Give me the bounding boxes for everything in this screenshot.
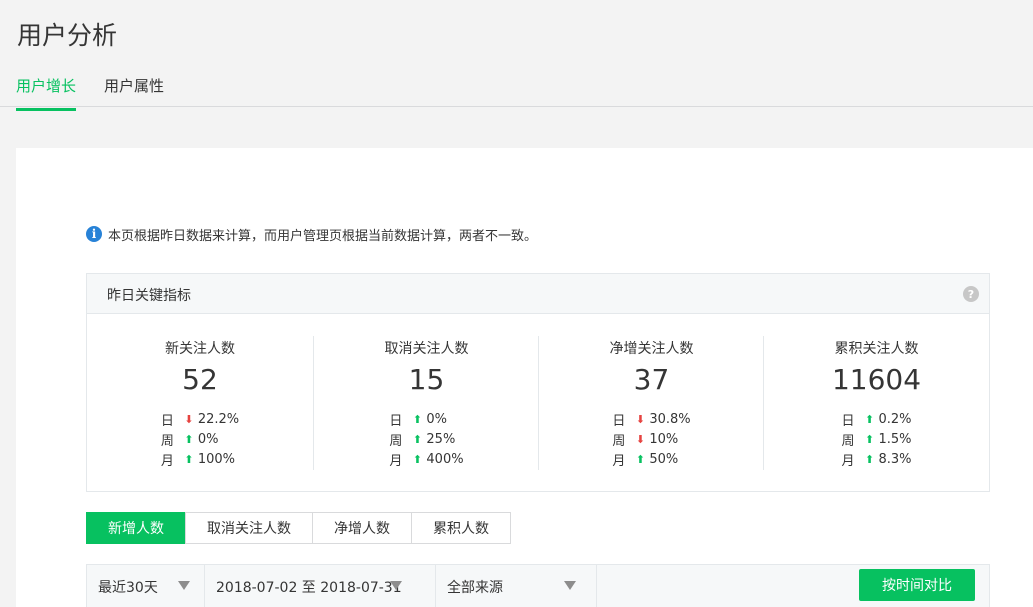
arrow-up-icon: ⬆ <box>184 452 194 466</box>
kpi-value: 15 <box>408 363 445 396</box>
trend-period: 周 <box>160 433 174 449</box>
trend-period: 日 <box>841 413 855 429</box>
trend-period: 月 <box>389 453 403 469</box>
arrow-up-icon: ⬆ <box>635 452 645 466</box>
trend-percent: 10% <box>649 431 679 447</box>
trend-percent: 0% <box>197 431 219 447</box>
segment-cumulative[interactable]: 累积人数 <box>411 512 511 544</box>
kpi-trends: 日 ⬇ 22.2% 周 ⬆ 0% 月 ⬆ 100% <box>161 409 239 469</box>
tab-bar: 用户增长 用户属性 <box>0 66 1033 111</box>
kpi-trends: 日 ⬆ 0% 周 ⬆ 25% 月 ⬆ 400% <box>389 409 463 469</box>
trend-period: 周 <box>389 433 403 449</box>
kpi-label: 新关注人数 <box>165 341 235 357</box>
arrow-up-icon: ⬆ <box>864 452 875 466</box>
trend-row: 周 ⬇ 10% <box>612 429 690 449</box>
arrow-down-icon: ⬇ <box>184 412 194 426</box>
kpi-row: 新关注人数 52 日 ⬇ 22.2% 周 ⬆ 0% 月 ⬆ 100% 取消关注人数 15 日 ⬆ 0% 周 ⬆ 25… <box>87 314 991 492</box>
help-icon[interactable]: ? <box>963 286 979 302</box>
info-icon: i <box>86 226 102 242</box>
trend-percent: 400% <box>426 451 464 467</box>
trend-row: 月 ⬆ 100% <box>161 449 239 469</box>
kpi-trends: 日 ⬇ 30.8% 周 ⬇ 10% 月 ⬆ 50% <box>612 409 690 469</box>
trend-period: 周 <box>841 433 855 449</box>
kpi-metric: 净增关注人数 37 日 ⬇ 30.8% 周 ⬇ 10% 月 ⬆ 50% <box>538 336 764 470</box>
range-select[interactable]: 最近30天 <box>87 565 205 607</box>
trend-period: 日 <box>389 413 403 429</box>
arrow-up-icon: ⬆ <box>412 412 423 426</box>
source-select-value: 全部来源 <box>447 579 503 596</box>
notice-text: 本页根据昨日数据来计算，而用户管理页根据当前数据计算，两者不一致。 <box>108 228 538 244</box>
trend-row: 月 ⬆ 50% <box>612 449 690 469</box>
trend-row: 日 ⬆ 0% <box>389 409 463 429</box>
trend-row: 日 ⬇ 22.2% <box>161 409 239 429</box>
trend-percent: 50% <box>649 451 679 467</box>
trend-percent: 30.8% <box>649 411 691 427</box>
arrow-up-icon: ⬆ <box>184 432 194 446</box>
trend-percent: 0% <box>426 411 448 427</box>
trend-percent: 25% <box>426 431 456 447</box>
kpi-metric: 新关注人数 52 日 ⬇ 22.2% 周 ⬆ 0% 月 ⬆ 100% <box>87 336 313 470</box>
arrow-up-icon: ⬆ <box>412 452 423 466</box>
trend-percent: 22.2% <box>197 411 240 427</box>
trend-row: 周 ⬆ 0% <box>161 429 239 449</box>
kpi-label: 取消关注人数 <box>384 341 469 357</box>
kpi-label: 净增关注人数 <box>609 341 694 357</box>
segment-unfollow-users[interactable]: 取消关注人数 <box>185 512 313 544</box>
tab-user-growth[interactable]: 用户增长 <box>16 75 77 111</box>
segment-new-users[interactable]: 新增人数 <box>86 512 186 544</box>
kpi-title: 昨日关键指标 <box>107 288 191 304</box>
kpi-trends: 日 ⬆ 0.2% 周 ⬆ 1.5% 月 ⬆ 8.3% <box>841 409 911 469</box>
kpi-value: 11604 <box>831 363 922 396</box>
date-range-value: 2018-07-02 至 2018-07-31 <box>216 579 402 596</box>
trend-row: 日 ⬇ 30.8% <box>612 409 690 429</box>
caret-down-icon <box>564 581 576 590</box>
trend-period: 日 <box>612 413 626 429</box>
kpi-panel: 昨日关键指标 ? 新关注人数 52 日 ⬇ 22.2% 周 ⬆ 0% 月 ⬆ 100% 取消关注人数 1… <box>86 273 990 492</box>
trend-row: 日 ⬆ 0.2% <box>841 409 911 429</box>
metric-segment-control: 新增人数 取消关注人数 净增人数 累积人数 <box>86 512 511 544</box>
trend-period: 月 <box>841 453 855 469</box>
trend-period: 月 <box>160 453 174 469</box>
trend-percent: 1.5% <box>878 431 912 447</box>
tab-user-attributes[interactable]: 用户属性 <box>104 75 164 108</box>
main-card: i 本页根据昨日数据来计算，而用户管理页根据当前数据计算，两者不一致。 昨日关键… <box>16 148 1033 607</box>
trend-period: 日 <box>160 413 174 429</box>
source-select[interactable]: 全部来源 <box>436 565 597 607</box>
trend-period: 月 <box>612 453 626 469</box>
trend-row: 周 ⬆ 25% <box>389 429 463 449</box>
arrow-down-icon: ⬇ <box>635 412 645 426</box>
trend-percent: 0.2% <box>878 411 912 427</box>
kpi-value: 37 <box>633 363 670 396</box>
notice: i 本页根据昨日数据来计算，而用户管理页根据当前数据计算，两者不一致。 <box>86 225 538 244</box>
kpi-value: 52 <box>182 363 218 396</box>
trend-percent: 100% <box>197 451 236 467</box>
date-range-select[interactable]: 2018-07-02 至 2018-07-31 <box>205 565 436 607</box>
trend-period: 周 <box>612 433 626 449</box>
range-select-value: 最近30天 <box>98 579 158 596</box>
arrow-up-icon: ⬆ <box>864 412 875 426</box>
compare-by-time-button[interactable]: 按时间对比 <box>859 569 975 601</box>
segment-net-growth[interactable]: 净增人数 <box>312 512 412 544</box>
kpi-label: 累积关注人数 <box>834 341 919 357</box>
trend-row: 月 ⬆ 400% <box>389 449 463 469</box>
trend-row: 月 ⬆ 8.3% <box>841 449 911 469</box>
caret-down-icon <box>390 581 402 590</box>
arrow-down-icon: ⬇ <box>635 432 645 446</box>
kpi-metric: 取消关注人数 15 日 ⬆ 0% 周 ⬆ 25% 月 ⬆ 400% <box>313 336 539 470</box>
arrow-up-icon: ⬆ <box>412 432 423 446</box>
kpi-metric: 累积关注人数 11604 日 ⬆ 0.2% 周 ⬆ 1.5% 月 ⬆ 8.3% <box>763 336 989 470</box>
kpi-header: 昨日关键指标 ? <box>87 274 989 314</box>
caret-down-icon <box>178 581 190 590</box>
page-title: 用户分析 <box>17 21 118 50</box>
arrow-up-icon: ⬆ <box>864 432 875 446</box>
filter-bar: 最近30天 2018-07-02 至 2018-07-31 全部来源 按时间对比 <box>86 564 990 607</box>
trend-percent: 8.3% <box>878 451 912 467</box>
trend-row: 周 ⬆ 1.5% <box>841 429 911 449</box>
